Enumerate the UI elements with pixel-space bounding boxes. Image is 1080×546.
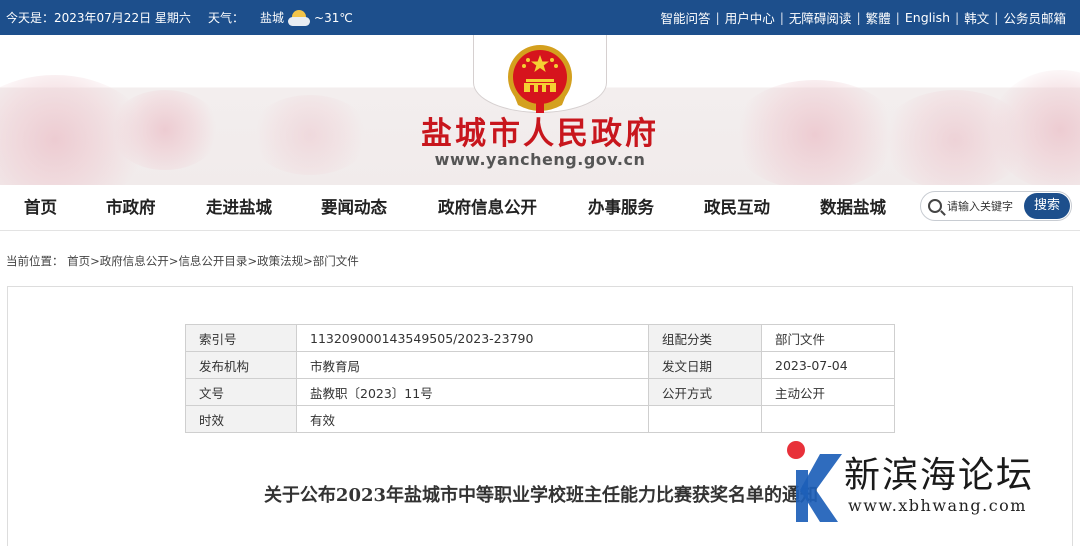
nav-item-interaction[interactable]: 政民互动 xyxy=(704,185,770,231)
document-meta-table: 索引号 113209000143549505/2023-23790 组配分类 部… xyxy=(185,324,895,433)
nav-item-gov-info[interactable]: 政府信息公开 xyxy=(438,185,537,231)
watermark-url: www.xbhwang.com xyxy=(848,496,1027,515)
breadcrumb-separator: > xyxy=(247,254,258,268)
weather-label: 天气： xyxy=(208,11,245,25)
meta-key: 公开方式 xyxy=(648,378,762,406)
meta-value: 113209000143549505/2023-23790 xyxy=(296,324,649,352)
watermark-name: 新滨海论坛 xyxy=(844,455,1035,496)
top-link-email[interactable]: 公务员邮箱 xyxy=(1003,8,1066,27)
breadcrumb-policy[interactable]: 政策法规 xyxy=(257,254,303,268)
breadcrumb-separator: > xyxy=(303,254,313,268)
meta-key: 发布机构 xyxy=(185,351,297,379)
nav-item-services[interactable]: 办事服务 xyxy=(588,185,654,231)
meta-key: 组配分类 xyxy=(648,324,762,352)
nav-item-about-yancheng[interactable]: 走进盐城 xyxy=(206,185,272,231)
date-display: 今天是：2023年07月22日 星期六 xyxy=(6,0,191,35)
meta-value: 有效 xyxy=(296,405,649,433)
search-button[interactable]: 搜索 xyxy=(1024,193,1070,219)
partly-cloudy-icon xyxy=(288,9,311,26)
top-bar: 今天是：2023年07月22日 星期六 天气： 盐城 ~31℃ 智能问答 | 用户… xyxy=(0,0,1080,35)
meta-value: 市教育局 xyxy=(296,351,649,379)
weather-widget: 天气： 盐城 ~31℃ xyxy=(208,0,353,35)
breadcrumb-separator: > xyxy=(90,254,100,268)
meta-key xyxy=(648,405,762,433)
site-url: www.yancheng.gov.cn xyxy=(434,150,646,169)
breadcrumb-separator: > xyxy=(168,254,179,268)
top-link-accessibility[interactable]: 无障碍阅读 xyxy=(789,8,852,27)
table-row: 索引号 113209000143549505/2023-23790 组配分类 部… xyxy=(185,324,895,352)
meta-key: 时效 xyxy=(185,405,297,433)
site-title: 盐城市人民政府 xyxy=(421,116,659,152)
meta-key: 发文日期 xyxy=(648,351,762,379)
meta-value: 主动公开 xyxy=(761,378,895,406)
top-link-english[interactable]: English xyxy=(905,10,950,25)
breadcrumb-dept-docs[interactable]: 部门文件 xyxy=(313,254,359,268)
breadcrumb: 当前位置： 首页>政府信息公开>信息公开目录>政策法规>部门文件 xyxy=(6,253,359,269)
table-row: 时效 有效 xyxy=(185,405,895,433)
main-nav: 首页 市政府 走进盐城 要闻动态 政府信息公开 办事服务 政民互动 数据盐城 xyxy=(0,185,1080,231)
nav-item-news[interactable]: 要闻动态 xyxy=(321,185,387,231)
logo-dot xyxy=(787,441,805,459)
forum-watermark: 新滨海论坛 www.xbhwang.com xyxy=(786,436,1076,536)
breadcrumb-prefix: 当前位置： xyxy=(6,254,64,268)
meta-value xyxy=(761,405,895,433)
breadcrumb-catalog[interactable]: 信息公开目录 xyxy=(178,254,247,268)
meta-value: 2023-07-04 xyxy=(761,351,895,379)
breadcrumb-home[interactable]: 首页 xyxy=(67,254,90,268)
nav-item-home[interactable]: 首页 xyxy=(24,185,57,231)
search-input[interactable] xyxy=(947,196,1021,216)
top-link-user-center[interactable]: 用户中心 xyxy=(725,8,775,27)
meta-value: 部门文件 xyxy=(761,324,895,352)
breadcrumb-gov-info[interactable]: 政府信息公开 xyxy=(100,254,169,268)
meta-key: 索引号 xyxy=(185,324,297,352)
nav-item-data[interactable]: 数据盐城 xyxy=(820,185,886,231)
top-link-korean[interactable]: 韩文 xyxy=(964,8,989,27)
weather-city: 盐城 xyxy=(260,11,285,25)
search-box: 搜索 xyxy=(920,191,1072,221)
top-link-qa[interactable]: 智能问答 xyxy=(660,8,710,27)
top-links: 智能问答 | 用户中心 | 无障碍阅读 | 繁體 | English | 韩文 | 公务员邮… xyxy=(660,8,1066,27)
table-row: 文号 盐教职〔2023〕11号 公开方式 主动公开 xyxy=(185,378,895,406)
search-icon xyxy=(928,199,942,213)
meta-key: 文号 xyxy=(185,378,297,406)
weather-temperature: ~31℃ xyxy=(314,10,353,25)
nav-item-city-government[interactable]: 市政府 xyxy=(106,185,156,231)
meta-value: 盐教职〔2023〕11号 xyxy=(296,378,649,406)
table-row: 发布机构 市教育局 发文日期 2023-07-04 xyxy=(185,351,895,379)
top-link-traditional[interactable]: 繁體 xyxy=(866,8,891,27)
date-label: 今天是：2023年07月22日 星期六 xyxy=(6,11,191,25)
header-banner: 盐城市人民政府 www.yancheng.gov.cn xyxy=(0,35,1080,185)
national-emblem-icon xyxy=(508,45,572,113)
